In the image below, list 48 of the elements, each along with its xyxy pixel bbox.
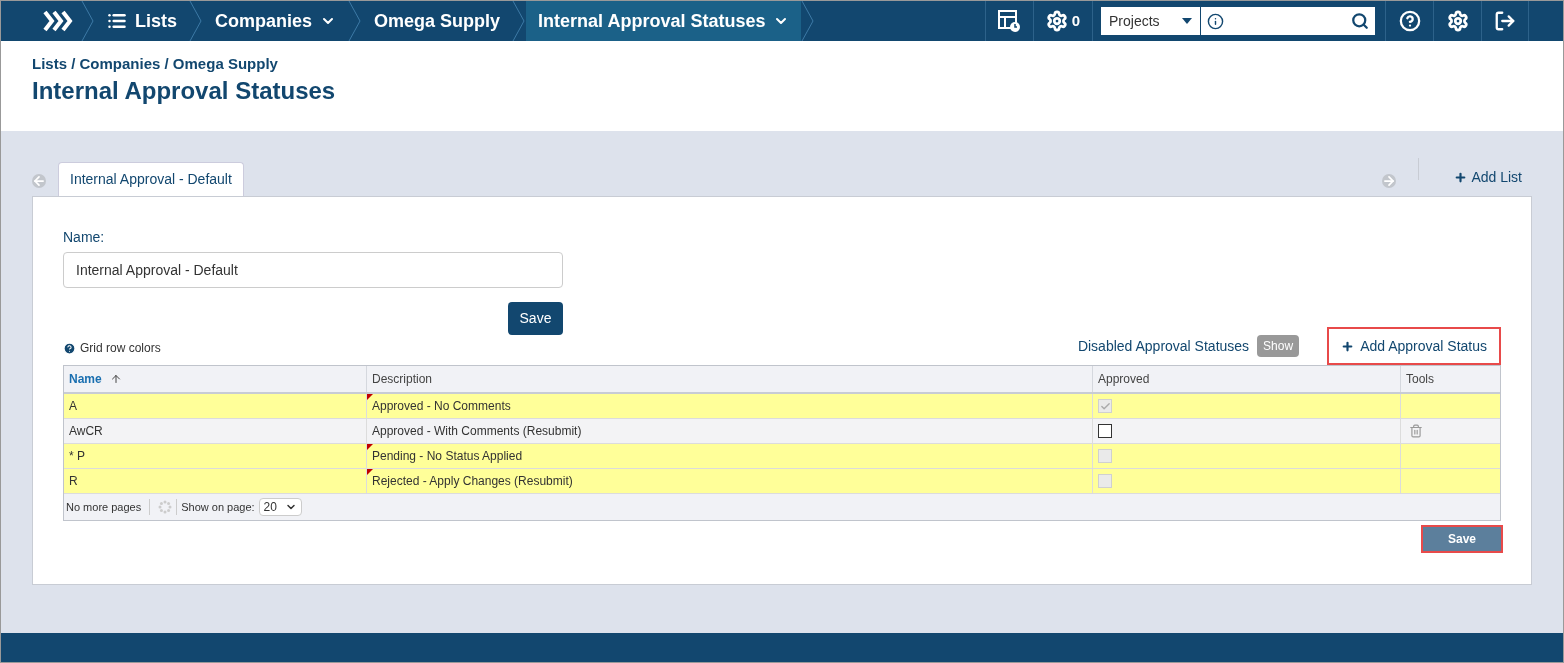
table-cell-text: Approved - With Comments (Resubmit) [372,423,582,440]
nav-crumb[interactable]: Companies [203,1,349,41]
page-size-select[interactable]: 20 [258,498,302,516]
plus-icon [1454,171,1468,184]
nav-crumb[interactable]: Omega Supply [362,1,513,41]
jobs-count: 0 [1071,10,1080,31]
table-cell-text: A [69,398,77,415]
nav-crumb[interactable]: Lists [95,1,189,41]
page-size-label: Show on page: [181,499,255,515]
caret-icon [1182,18,1192,24]
save-button[interactable]: Save [508,302,563,335]
search-field[interactable] [1201,7,1375,35]
plus-icon [1341,339,1355,353]
table-cell-text: Approved - No Comments [372,398,511,415]
disabled-statuses-label: Disabled Approval Statuses [1077,336,1250,356]
breadcrumb-separator-icon [512,1,527,41]
table-row[interactable]: AwCR Approved - With Comments (Resubmit) [64,419,1500,444]
search-icon [1351,12,1369,30]
column-header[interactable]: Description [366,366,1092,392]
name-input[interactable]: Internal Approval - Default [63,252,563,288]
sort-up-icon [109,373,122,385]
save-button[interactable]: Save [1421,525,1503,553]
list-icon [107,11,127,31]
grid-row-colors-link[interactable]: Grid row colors [80,339,161,357]
name-label: Name: [63,228,106,247]
nav-crumb[interactable]: Internal Approval Statuses [526,1,802,41]
add-approval-status-button[interactable]: Add Approval Status [1327,327,1501,365]
breadcrumb-separator-icon [348,1,363,41]
page-title: Internal Approval Statuses [32,75,337,106]
table-cell-text: Pending - No Status Applied [372,448,523,465]
table-cell-text: * P [69,448,85,465]
search-scope-select[interactable]: Projects [1101,7,1201,35]
table-cell-text: R [69,473,78,490]
breadcrumb-separator-icon [189,1,203,41]
table-cell-text: Rejected - Apply Changes (Resubmit) [372,473,573,490]
column-header[interactable]: Approved [1092,366,1400,392]
approved-checkbox[interactable] [1098,424,1112,438]
add-list-link[interactable]: Add List [1454,167,1522,188]
info-icon [1207,12,1224,30]
pager-status: No more pages [66,499,142,515]
list-tab[interactable]: Internal Approval - Default [58,162,244,196]
breadcrumb-separator-icon [801,1,816,41]
breadcrumb-path: Lists / Companies / Omega Supply [32,54,279,74]
breadcrumb-separator-icon [81,1,95,41]
column-header[interactable]: Tools [1400,366,1500,392]
table-cell-text: AwCR [69,423,103,440]
column-header[interactable]: Name [64,366,366,392]
trash-icon[interactable] [1409,424,1423,438]
